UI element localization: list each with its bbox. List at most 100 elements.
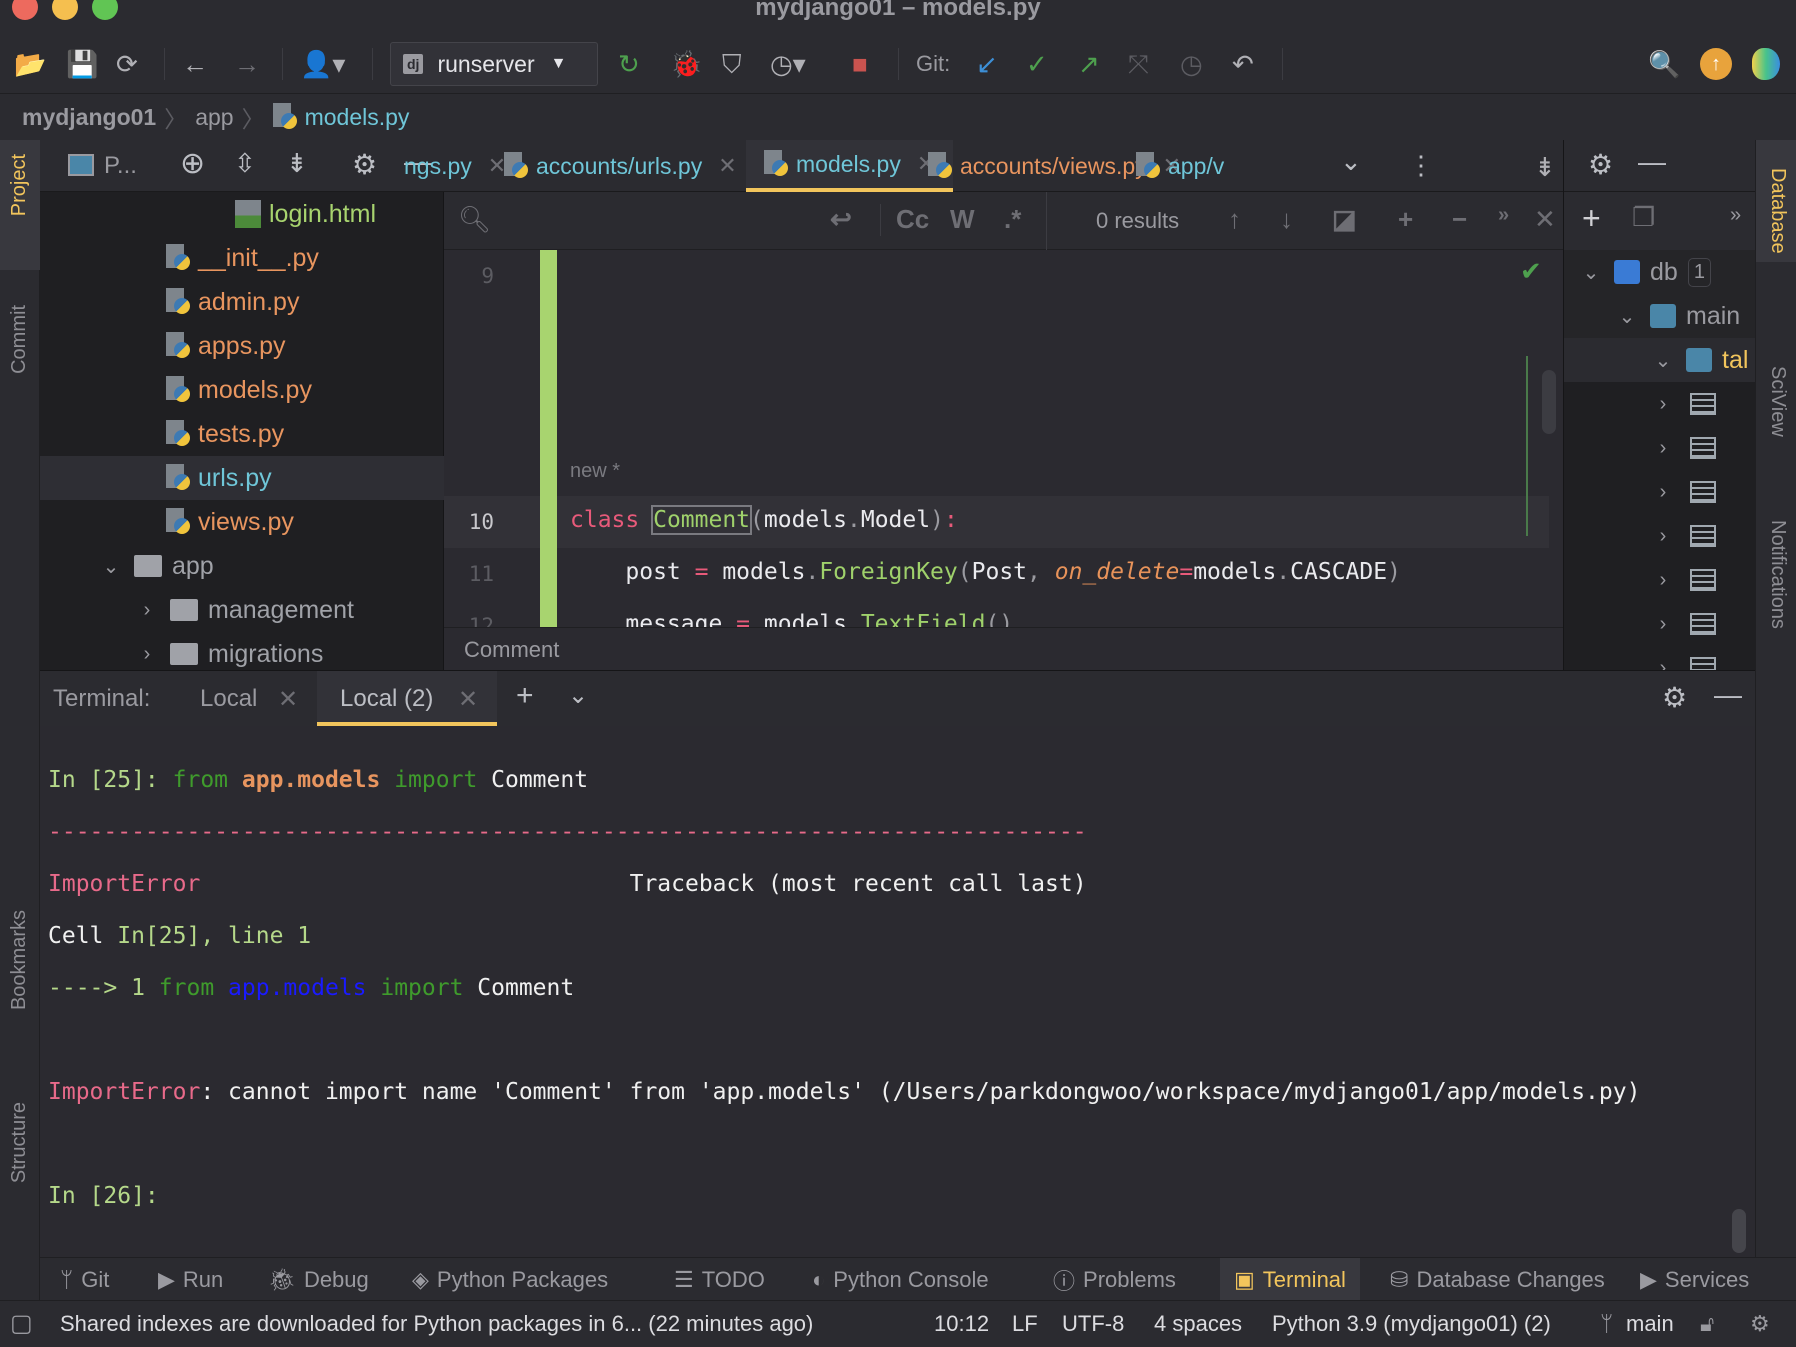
collapse-all-icon[interactable]: ⇟: [286, 148, 308, 179]
select-all-occurrences-icon[interactable]: ◪: [1332, 204, 1357, 235]
tool-window-structure[interactable]: Structure: [8, 1102, 31, 1183]
collapse-icon[interactable]: ⇟: [1534, 152, 1556, 183]
close-tab-icon[interactable]: ✕: [458, 685, 478, 714]
tab-list-chevron-icon[interactable]: ⌄: [1340, 146, 1362, 177]
sync-icon[interactable]: ⟳: [116, 44, 138, 84]
tool-tab[interactable]: ᛘ Git: [60, 1258, 109, 1301]
gear-icon[interactable]: ⚙: [1588, 148, 1613, 181]
user-icon[interactable]: 👤▾: [300, 44, 345, 84]
editor-tab[interactable]: accounts/urls.py ✕: [504, 140, 737, 192]
regex-toggle[interactable]: .*: [1004, 204, 1021, 235]
search-icon[interactable]: 🔍︎: [458, 204, 491, 235]
rerun-icon[interactable]: ↻: [618, 44, 640, 84]
code-line[interactable]: class Comment(models.Model):: [570, 505, 958, 535]
tool-window-commit[interactable]: Commit: [8, 305, 31, 374]
db-tree-item[interactable]: ⌄ tal: [1564, 338, 1756, 382]
update-icon[interactable]: ↑: [1700, 48, 1732, 80]
no-problems-check-icon[interactable]: ✔: [1520, 256, 1542, 287]
tree-item[interactable]: ⌄ app: [40, 544, 444, 588]
code-line[interactable]: post = models.ForeignKey(Post, on_delete…: [570, 559, 1401, 585]
project-view-selector[interactable]: P...: [104, 152, 137, 180]
tool-tab[interactable]: ◈ Python Packages: [412, 1258, 608, 1301]
close-tab-icon[interactable]: ✕: [278, 685, 298, 714]
file-encoding[interactable]: UTF-8: [1062, 1301, 1124, 1347]
chevron-right-icon[interactable]: ›: [1650, 613, 1676, 636]
code-area[interactable]: ✔ new * 9 10 class Comment(models.Model): 1…: [444, 250, 1563, 742]
db-table-item[interactable]: ›: [1564, 602, 1756, 646]
chevron-down-icon[interactable]: ⌄: [1614, 304, 1640, 329]
scrollbar[interactable]: [1542, 370, 1556, 434]
chevron-down-icon[interactable]: ⌄: [568, 681, 588, 710]
history-icon[interactable]: ◷: [1180, 44, 1203, 84]
editor-tab[interactable]: models.py ✕: [746, 140, 954, 192]
breadcrumb-project[interactable]: mydjango01: [22, 104, 156, 131]
tab-menu-icon[interactable]: ⋮: [1408, 150, 1434, 181]
back-icon[interactable]: ←: [182, 44, 208, 84]
open-folder-icon[interactable]: 📂: [14, 44, 46, 84]
caret-position[interactable]: 10:12: [934, 1301, 989, 1347]
tool-window-database[interactable]: Database: [1766, 168, 1789, 254]
tree-item[interactable]: models.py: [40, 368, 444, 412]
next-occurrence-icon[interactable]: ↓: [1280, 204, 1293, 235]
breadcrumb-folder[interactable]: app: [195, 104, 233, 131]
db-table-item[interactable]: ›: [1564, 426, 1756, 470]
forward-icon[interactable]: →: [234, 44, 260, 84]
wrap-icon[interactable]: ↩: [830, 204, 852, 235]
chevron-right-icon[interactable]: ›: [1650, 569, 1676, 592]
tool-tab[interactable]: ☰ TODO: [674, 1258, 765, 1301]
whole-word-toggle[interactable]: W: [950, 204, 975, 235]
chevron-right-icon[interactable]: ›: [1650, 437, 1676, 460]
status-message[interactable]: Shared indexes are downloaded for Python…: [60, 1301, 813, 1347]
tree-item[interactable]: › management: [40, 588, 444, 632]
git-branch[interactable]: main: [1626, 1301, 1674, 1347]
git-commit-icon[interactable]: ✓: [1026, 44, 1048, 84]
chevron-down-icon[interactable]: ⌄: [1578, 260, 1604, 285]
tree-item[interactable]: admin.py: [40, 280, 444, 324]
db-table-item[interactable]: ›: [1564, 558, 1756, 602]
editor-tab[interactable]: ngs.py ✕: [404, 140, 506, 192]
add-occurrence-icon[interactable]: +: [1398, 204, 1413, 235]
rollback-icon[interactable]: ↶: [1232, 44, 1254, 84]
tree-item[interactable]: apps.py: [40, 324, 444, 368]
profile-icon[interactable]: ◷▾: [770, 44, 806, 84]
line-number[interactable]: 11: [444, 562, 494, 586]
chevron-down-icon[interactable]: ⌄: [98, 554, 124, 579]
search-icon[interactable]: 🔍: [1648, 44, 1680, 84]
pycharm-logo-icon[interactable]: [1752, 48, 1780, 80]
hide-panel-icon[interactable]: —: [1638, 146, 1666, 178]
python-interpreter[interactable]: Python 3.9 (mydjango01) (2): [1272, 1301, 1551, 1347]
chevron-down-icon[interactable]: ⌄: [1650, 348, 1676, 373]
db-tree-item[interactable]: ⌄ db 1: [1564, 250, 1756, 294]
tree-item[interactable]: login.html: [40, 192, 444, 236]
db-tree-item[interactable]: ⌄ main: [1564, 294, 1756, 338]
tool-tab[interactable]: ▣ Terminal: [1220, 1258, 1360, 1301]
db-table-item[interactable]: ›: [1564, 470, 1756, 514]
toggle-tool-windows-icon[interactable]: ▢: [10, 1301, 33, 1347]
tree-item[interactable]: tests.py: [40, 412, 444, 456]
close-tab-icon[interactable]: ✕: [718, 153, 736, 179]
tool-tab[interactable]: ◐ Python Console: [812, 1258, 989, 1301]
previous-occurrence-icon[interactable]: ↑: [1228, 204, 1241, 235]
hide-panel-icon[interactable]: —: [1714, 679, 1742, 711]
coverage-icon[interactable]: ⛉: [722, 44, 742, 84]
gear-icon[interactable]: ⚙: [352, 148, 377, 181]
editor-tab[interactable]: app/v: [1136, 140, 1224, 192]
inspection-icon[interactable]: ⚙: [1750, 1301, 1770, 1347]
chevron-right-icon[interactable]: ›: [1650, 525, 1676, 548]
more-icon[interactable]: »: [1730, 204, 1741, 227]
change-marker[interactable]: [540, 250, 557, 627]
run-configuration-dropdown[interactable]: dj runserver ▼: [390, 42, 598, 86]
chevron-right-icon[interactable]: ›: [134, 599, 160, 622]
chevron-right-icon[interactable]: ›: [1650, 393, 1676, 416]
indent-setting[interactable]: 4 spaces: [1154, 1301, 1242, 1347]
db-table-item[interactable]: ›: [1564, 514, 1756, 558]
tool-tab[interactable]: 🐞︎ Debug: [268, 1258, 369, 1301]
new-terminal-icon[interactable]: +: [516, 679, 534, 713]
match-case-toggle[interactable]: Cc: [896, 204, 929, 235]
chevron-right-icon[interactable]: ›: [134, 643, 160, 666]
breadcrumb-file[interactable]: models.py: [305, 104, 410, 131]
git-update-icon[interactable]: ↙: [976, 44, 998, 84]
tree-item[interactable]: views.py: [40, 500, 444, 544]
gear-icon[interactable]: ⚙: [1662, 681, 1687, 714]
tool-tab[interactable]: ⛁ Database Changes: [1390, 1258, 1605, 1301]
